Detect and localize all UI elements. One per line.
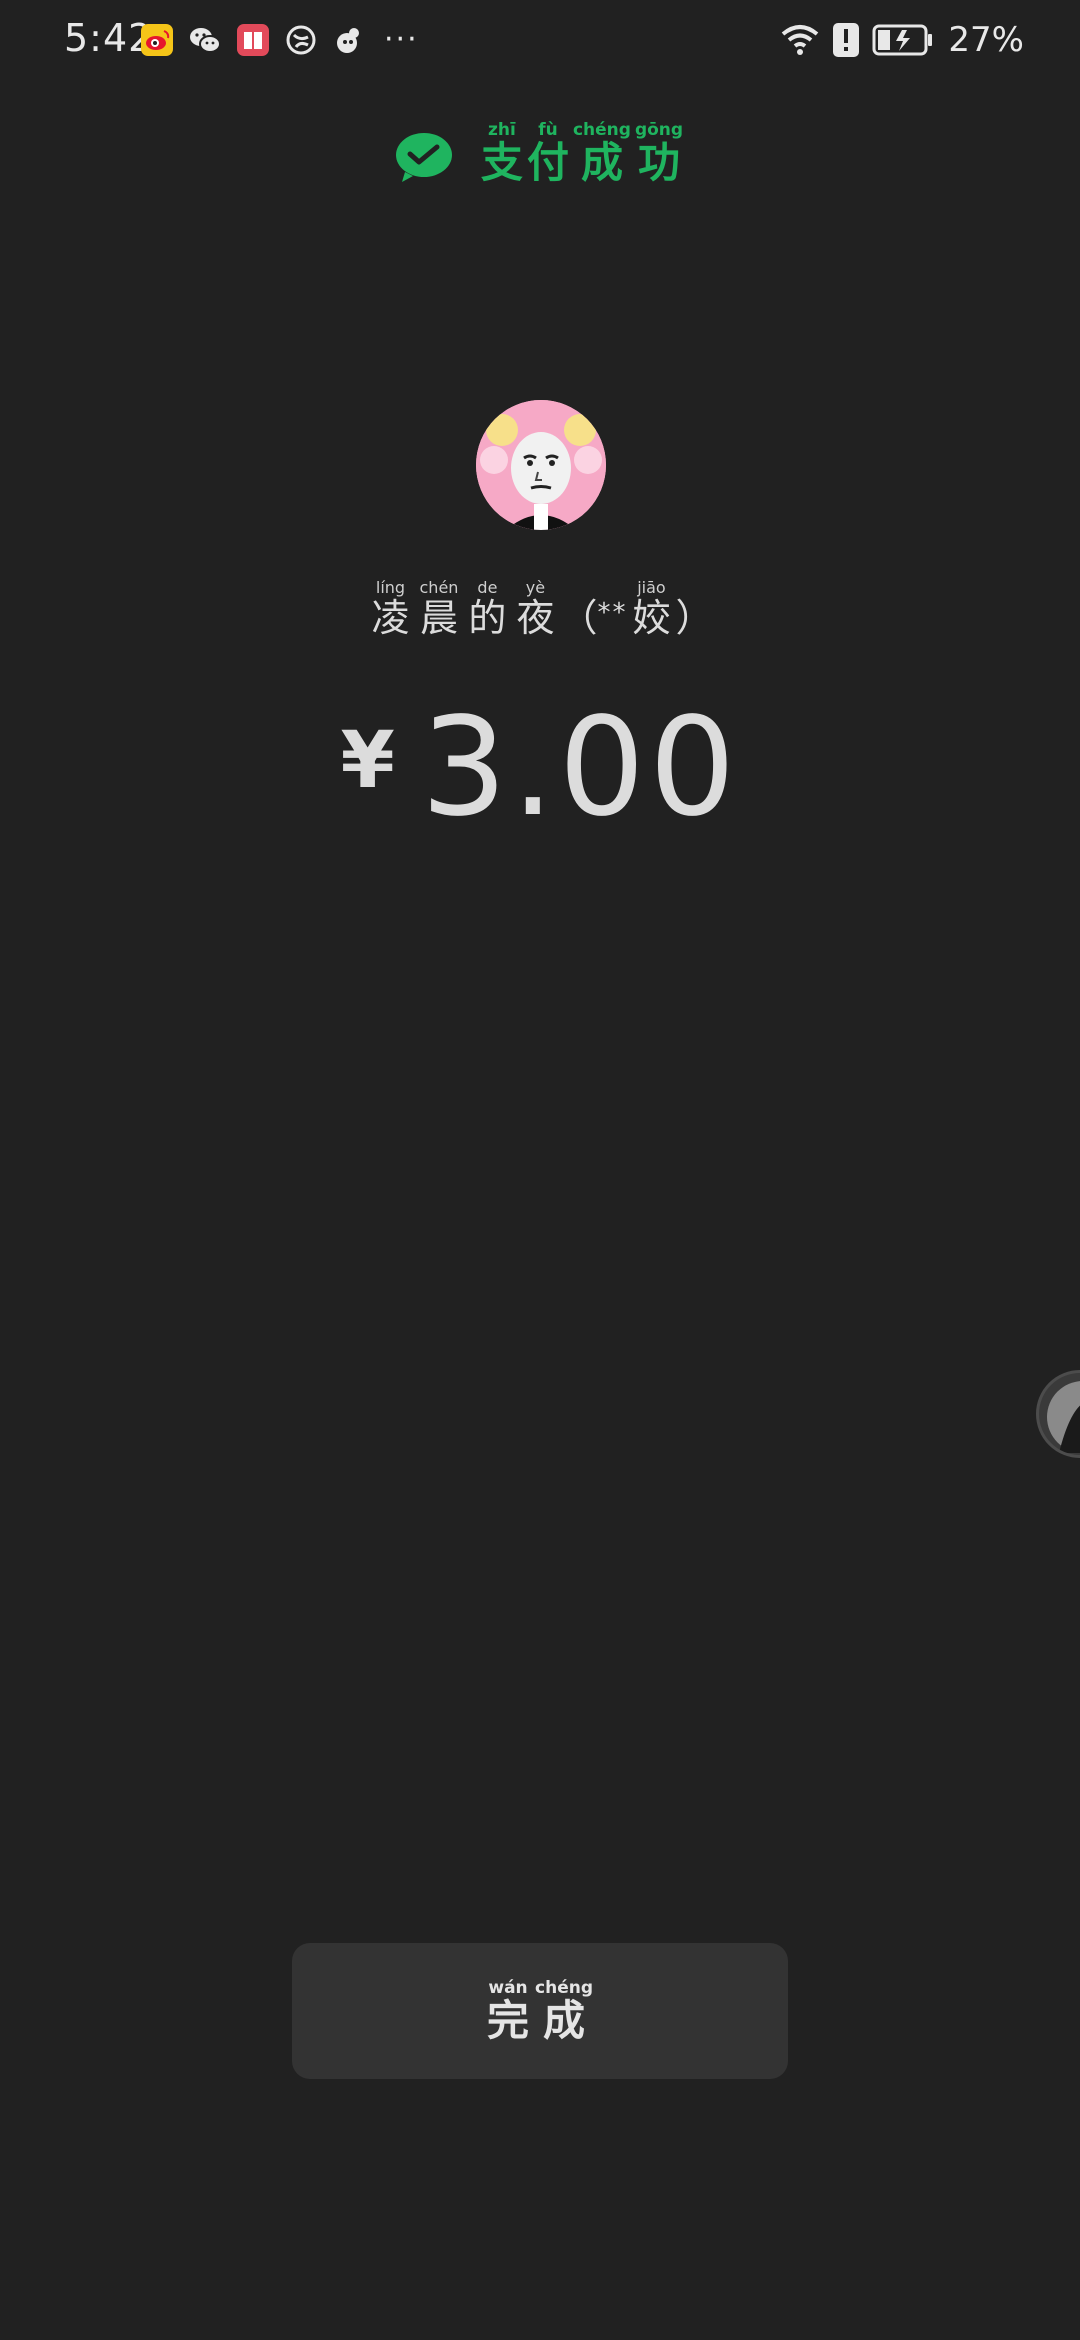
payee-char: chén 晨 <box>419 578 459 640</box>
payee-char: de 的 <box>468 578 507 640</box>
status-right: 27% <box>768 18 1024 62</box>
payment-amount: ¥ 3.00 <box>0 700 1080 836</box>
payee-avatar <box>476 400 606 530</box>
alert-icon <box>832 22 860 58</box>
done-button-char: wán 完 <box>487 1977 530 2045</box>
notification-icons: ··· <box>140 20 419 60</box>
payment-success-header: zhī 支 fù 付 chéng 成 gōng 功 <box>0 120 1080 186</box>
payee-char: jiāo 姣 <box>632 578 671 640</box>
header-char: fù 付 <box>526 120 569 187</box>
battery-charging-icon <box>872 23 934 57</box>
payment-success-screen: 5:42 ··· 27% zhī 支 fù 付 chéng 成 gōng 功 l… <box>0 0 1080 2340</box>
payee-char: yè 夜 <box>516 578 555 640</box>
more-notifications: ··· <box>384 22 419 57</box>
payee-name-mask: ** <box>597 597 628 628</box>
payee-open-paren: （ <box>559 596 598 640</box>
done-button[interactable]: wán 完 chéng 成 <box>292 1943 788 2079</box>
payee-name: líng 凌 chén 晨 de 的 yè 夜 （ ** jiāo 姣 ） <box>0 578 1080 640</box>
header-char: chéng 成 <box>572 120 631 187</box>
header-title: zhī 支 fù 付 chéng 成 gōng 功 <box>479 120 685 186</box>
weibo-icon <box>140 23 174 57</box>
browser-icon <box>284 23 318 57</box>
status-bar: 5:42 ··· 27% <box>0 0 1080 84</box>
app-icon <box>332 23 366 57</box>
header-char: zhī 支 <box>480 120 523 187</box>
reader-icon <box>236 23 270 57</box>
wechat-pay-check-icon <box>395 133 452 183</box>
amount-value: 3.00 <box>420 689 740 847</box>
currency-symbol: ¥ <box>340 716 395 806</box>
battery-percent: 27% <box>948 20 1024 60</box>
done-button-char: chéng 成 <box>535 1977 593 2045</box>
payee-char: líng 凌 <box>371 578 410 640</box>
payee-close-paren: ） <box>675 596 714 640</box>
header-char: gōng 功 <box>634 120 684 187</box>
floating-bubble-icon[interactable] <box>1036 1370 1080 1458</box>
wechat-icon <box>188 23 222 57</box>
wifi-icon <box>780 23 820 57</box>
